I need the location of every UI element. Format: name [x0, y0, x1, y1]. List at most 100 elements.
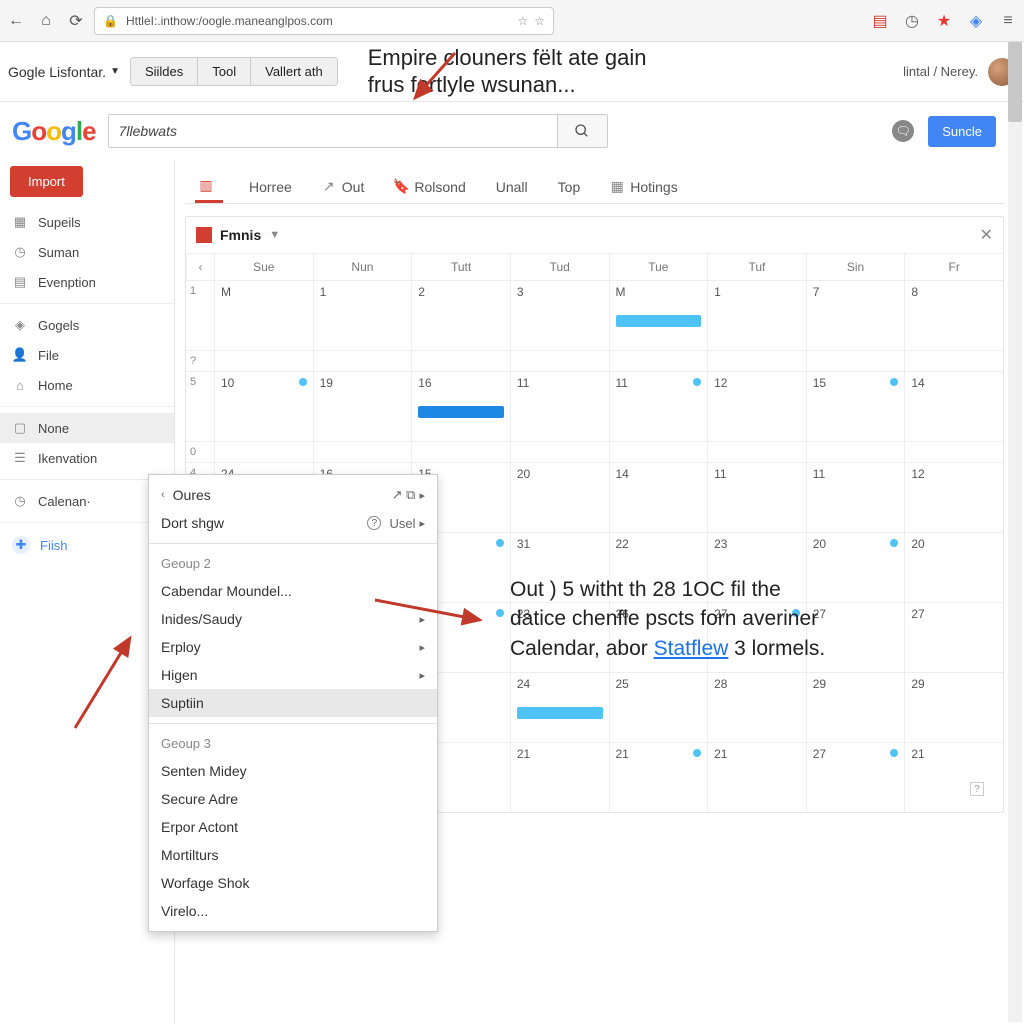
primary-button[interactable]: Suncle [928, 116, 996, 147]
calendar-cell[interactable]: 25 [609, 673, 708, 742]
close-icon[interactable]: ✕ [980, 225, 993, 245]
ctx-item[interactable]: Suptiin [149, 689, 437, 717]
ctx-item[interactable]: Senten Midey [149, 757, 437, 785]
calendar-cell[interactable]: 10 [214, 372, 313, 441]
sidebar-item-gogels[interactable]: ◈Gogels [0, 310, 174, 340]
event-bar[interactable] [418, 406, 504, 418]
timer-icon[interactable]: ◷ [904, 13, 920, 29]
reader-icon[interactable]: ▤ [872, 13, 888, 29]
bookmark-icon[interactable]: ☆ [534, 14, 545, 28]
brand-dropdown[interactable]: Gogle Lisfontar. ▼ [8, 64, 120, 80]
calendar-cell[interactable] [313, 442, 412, 462]
calendar-cell[interactable] [707, 442, 806, 462]
sidebar-item-none[interactable]: ▢None [0, 413, 174, 443]
calendar-cell[interactable] [313, 351, 412, 371]
calendar-cell[interactable] [214, 351, 313, 371]
calendar-cell[interactable]: 8 [904, 281, 1003, 350]
search-input[interactable] [109, 115, 557, 147]
calendar-cell[interactable] [411, 442, 510, 462]
tab-hotings[interactable]: ▦Hotings [606, 170, 681, 203]
calendar-cell[interactable] [806, 351, 905, 371]
ctx-item[interactable]: Mortilturs [149, 841, 437, 869]
event-bar[interactable] [517, 707, 603, 719]
pin-icon[interactable]: ◈ [968, 13, 984, 29]
pill-slides[interactable]: Siildes [131, 58, 198, 85]
caret-down-icon[interactable]: ▼ [269, 229, 280, 241]
address-bar[interactable]: 🔒 HttleI:.inthow:/oogle.maneanglpos.com … [94, 7, 554, 35]
sidebar-item-evenption[interactable]: ▤Evenption [0, 267, 174, 297]
scrollbar[interactable] [1008, 42, 1022, 1022]
tab-horree[interactable]: Horree [245, 170, 296, 203]
calendar-cell[interactable] [214, 442, 313, 462]
tab-top[interactable]: Top [554, 170, 585, 203]
menu-icon[interactable]: ≡ [1000, 13, 1016, 29]
ctx-item[interactable]: Secure Adre [149, 785, 437, 813]
calendar-cell[interactable]: 12 [904, 463, 1003, 532]
calendar-cell[interactable]: 11 [806, 463, 905, 532]
calendar-cell[interactable]: 29 [904, 673, 1003, 742]
calendar-cell[interactable] [510, 351, 609, 371]
pill-vallert[interactable]: Vallert ath [251, 58, 337, 85]
sidebar-item-supeils[interactable]: ▦Supeils [0, 207, 174, 237]
calendar-cell[interactable]: 14 [904, 372, 1003, 441]
calendar-cell[interactable]: 21 [609, 743, 708, 812]
calendar-cell[interactable]: 3 [510, 281, 609, 350]
calendar-cell[interactable] [806, 442, 905, 462]
tab-unall[interactable]: Unall [492, 170, 532, 203]
calendar-cell[interactable] [609, 442, 708, 462]
calendar-cell[interactable]: 21 [707, 743, 806, 812]
calendar-cell[interactable]: 15 [806, 372, 905, 441]
calendar-cell[interactable]: 12 [707, 372, 806, 441]
sidebar-item-home[interactable]: ⌂Home [0, 370, 174, 400]
calendar-cell[interactable]: M [214, 281, 313, 350]
ctx-item[interactable]: Higen▸ [149, 661, 437, 689]
calendar-cell[interactable]: 11 [510, 372, 609, 441]
notification-icon[interactable]: 🗨 [892, 120, 914, 142]
calendar-cell[interactable]: 2 [411, 281, 510, 350]
back-icon[interactable]: ← [8, 13, 24, 29]
bookmark-outline-icon[interactable]: ☆ [517, 14, 528, 28]
calendar-cell[interactable]: 29 [806, 673, 905, 742]
chevron-left-icon[interactable]: ‹ [161, 489, 165, 501]
ctx-item[interactable]: Worfage Shok [149, 869, 437, 897]
sidebar-item-file[interactable]: 👤File [0, 340, 174, 370]
calendar-cell[interactable]: 14 [609, 463, 708, 532]
tab-out[interactable]: ↗Out [318, 170, 369, 203]
calendar-cell[interactable] [609, 351, 708, 371]
calendar-cell[interactable]: 28 [707, 673, 806, 742]
reload-icon[interactable]: ⟳ [68, 13, 84, 29]
calendar-cell[interactable]: 19 [313, 372, 412, 441]
calendar-cell[interactable] [707, 351, 806, 371]
star-icon[interactable]: ★ [936, 13, 952, 29]
ctx-dont-show[interactable]: Dort shgw ?Usel ▸ [149, 509, 437, 537]
pill-tool[interactable]: Tool [198, 58, 251, 85]
calendar-cell[interactable]: 11 [707, 463, 806, 532]
calendar-cell[interactable]: M [609, 281, 708, 350]
tab-rolsond[interactable]: 🔖Rolsond [390, 170, 469, 203]
sidebar-item-ikenvation[interactable]: ☰Ikenvation [0, 443, 174, 473]
calendar-cell[interactable] [904, 442, 1003, 462]
search-button[interactable] [557, 115, 607, 147]
calendar-cell[interactable]: 21 [510, 743, 609, 812]
scroll-thumb[interactable] [1008, 42, 1022, 122]
tab-main[interactable]: ▥ [195, 170, 223, 203]
calendar-cell[interactable] [510, 442, 609, 462]
event-bar[interactable] [616, 315, 702, 327]
calendar-cell[interactable] [411, 351, 510, 371]
ctx-item[interactable]: Virelo... [149, 897, 437, 925]
calendar-cell[interactable]: 20 [510, 463, 609, 532]
prev-button[interactable]: ‹ [186, 254, 214, 280]
calendar-cell[interactable]: 1 [313, 281, 412, 350]
home-icon[interactable]: ⌂ [38, 13, 54, 29]
calendar-cell[interactable]: 16 [411, 372, 510, 441]
import-button[interactable]: Import [10, 166, 83, 197]
ctx-item[interactable]: Erpor Actont [149, 813, 437, 841]
calendar-cell[interactable]: 27 [806, 743, 905, 812]
calendar-cell[interactable]: 7 [806, 281, 905, 350]
calendar-cell[interactable] [904, 351, 1003, 371]
calendar-cell[interactable]: 21 [904, 743, 1003, 812]
annotation-link[interactable]: Statflew [654, 637, 729, 660]
calendar-cell[interactable]: 11 [609, 372, 708, 441]
calendar-cell[interactable]: 24 [510, 673, 609, 742]
sidebar-item-suman[interactable]: ◷Suman [0, 237, 174, 267]
